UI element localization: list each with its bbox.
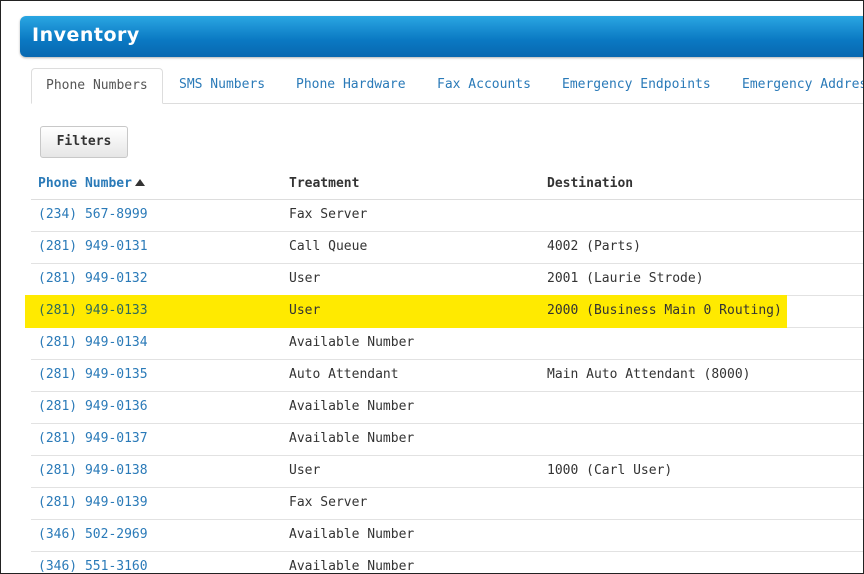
destination-cell: 4002 (Parts)	[547, 239, 641, 254]
tab-emergency-addresses[interactable]: Emergency Addresses	[728, 68, 863, 102]
treatment-cell: User	[289, 463, 321, 478]
phone-numbers-table: Phone Number Treatment Destination (234)…	[25, 168, 863, 574]
phone-number-link[interactable]: (281) 949-0135	[38, 367, 148, 382]
treatment-cell: Available Number	[289, 527, 415, 542]
treatment-cell: Available Number	[289, 399, 415, 414]
phone-number-link[interactable]: (281) 949-0133	[38, 303, 148, 318]
phone-number-link[interactable]: (281) 949-0139	[38, 495, 148, 510]
table-row: (281) 949-0138 User 1000 (Carl User)	[31, 456, 863, 488]
table-row: (234) 567-8999 Fax Server	[31, 200, 863, 232]
treatment-cell: Call Queue	[289, 239, 368, 254]
table-row: (281) 949-0131 Call Queue 4002 (Parts)	[31, 232, 863, 264]
page-title: Inventory	[32, 24, 140, 46]
table-row: (281) 949-0137 Available Number	[31, 424, 863, 456]
table-row: (346) 551-3160 Available Number	[31, 552, 863, 574]
app-frame: Inventory Phone Numbers SMS Numbers Phon…	[0, 0, 864, 574]
destination-cell: 2000 (Business Main 0 Routing)	[547, 303, 782, 318]
inventory-header: Inventory	[20, 16, 863, 57]
tab-phone-numbers[interactable]: Phone Numbers	[31, 68, 163, 104]
phone-number-link[interactable]: (281) 949-0137	[38, 431, 148, 446]
phone-number-link[interactable]: (234) 567-8999	[38, 207, 148, 222]
column-header-phone-number-label: Phone Number	[38, 176, 132, 191]
table-body: (234) 567-8999 Fax Server (281) 949-0131 Ca…	[25, 200, 863, 574]
column-header-phone-number[interactable]: Phone Number	[38, 176, 145, 191]
treatment-cell: Auto Attendant	[289, 367, 399, 382]
table-row: (281) 949-0139 Fax Server	[31, 488, 863, 520]
treatment-cell: Available Number	[289, 431, 415, 446]
treatment-cell: Available Number	[289, 335, 415, 350]
table-row: (281) 949-0135 Auto Attendant Main Auto At…	[31, 360, 863, 392]
table-row: (281) 949-0136 Available Number	[31, 392, 863, 424]
tab-sms-numbers[interactable]: SMS Numbers	[165, 68, 279, 102]
phone-number-link[interactable]: (346) 551-3160	[38, 559, 148, 573]
table-row: (281) 949-0134 Available Number	[31, 328, 863, 360]
phone-number-link[interactable]: (281) 949-0138	[38, 463, 148, 478]
table-row: (281) 949-0133 User 2000 (Business Main 0 …	[25, 295, 863, 328]
table-header: Phone Number Treatment Destination	[31, 168, 863, 200]
tab-phone-hardware[interactable]: Phone Hardware	[282, 68, 420, 102]
phone-number-link[interactable]: (281) 949-0136	[38, 399, 148, 414]
destination-cell: 2001 (Laurie Strode)	[547, 271, 704, 286]
table-row: (346) 502-2969 Available Number	[31, 520, 863, 552]
column-header-destination: Destination	[547, 176, 634, 191]
treatment-cell: Fax Server	[289, 207, 368, 222]
treatment-cell: User	[289, 271, 321, 286]
tab-fax-accounts[interactable]: Fax Accounts	[423, 68, 545, 102]
tab-emergency-endpoints[interactable]: Emergency Endpoints	[548, 68, 725, 102]
treatment-cell: Fax Server	[289, 495, 368, 510]
destination-cell: Main Auto Attendant (8000)	[547, 367, 751, 382]
table-row: (281) 949-0132 User 2001 (Laurie Strode)	[31, 264, 863, 296]
treatment-cell: Available Number	[289, 559, 415, 574]
phone-number-link[interactable]: (281) 949-0131	[38, 239, 148, 254]
filters-button[interactable]: Filters	[40, 126, 128, 158]
phone-number-link[interactable]: (346) 502-2969	[38, 527, 148, 542]
sort-ascending-icon	[134, 179, 145, 186]
destination-cell: 1000 (Carl User)	[547, 463, 673, 478]
tab-bar: Phone Numbers SMS Numbers Phone Hardware…	[31, 68, 863, 104]
treatment-cell: User	[289, 303, 321, 318]
column-header-treatment: Treatment	[289, 176, 360, 191]
phone-number-link[interactable]: (281) 949-0132	[38, 271, 148, 286]
phone-number-link[interactable]: (281) 949-0134	[38, 335, 148, 350]
